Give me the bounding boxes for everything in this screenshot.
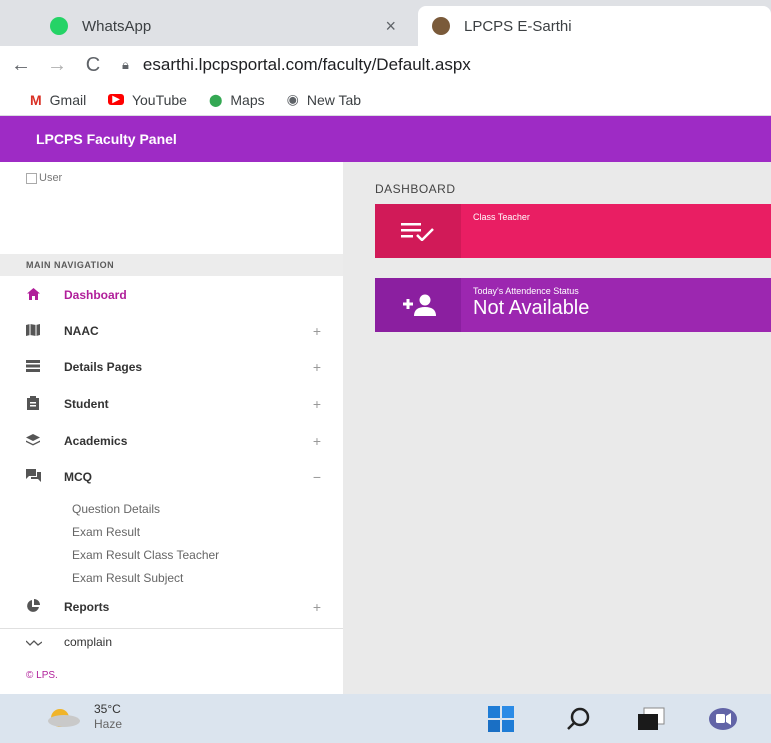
windows-start-icon[interactable] [488, 706, 514, 737]
sidebar-item-label: complain [64, 635, 113, 649]
teams-chat-icon[interactable] [708, 706, 738, 737]
bookmark-label: Gmail [49, 91, 87, 108]
os-taskbar: 35°C Haze [0, 694, 771, 743]
home-icon [26, 287, 40, 303]
expand-icon[interactable]: + [313, 396, 321, 412]
sidebar-item-label: MCQ [64, 470, 92, 484]
list-icon [26, 359, 40, 375]
layers-icon [26, 433, 40, 449]
url-text: esarthi.lpcpsportal.com/faculty/Default.… [142, 55, 471, 74]
close-icon[interactable]: × [385, 16, 396, 37]
main-navigation-label: MAIN NAVIGATION [26, 260, 115, 270]
sidebar-item-student[interactable]: Student + [0, 387, 343, 421]
forward-button[interactable]: → [42, 54, 72, 77]
page-title: DASHBOARD [375, 182, 456, 196]
back-button[interactable]: ← [6, 54, 36, 77]
sidebar-item-naac[interactable]: NAAC + [0, 314, 343, 348]
bookmark-label: New Tab [306, 91, 362, 108]
address-bar-row: ← → C 🔒︎ esarthi.lpcpsportal.com/faculty… [0, 46, 771, 84]
sidebar: User MAIN NAVIGATION Dashboard NAAC + De… [0, 162, 343, 694]
checklist-icon [375, 204, 461, 258]
card-label: Today's Attendence Status [473, 286, 579, 296]
main-navigation-header: MAIN NAVIGATION [0, 254, 343, 276]
user-avatar: User [26, 172, 62, 184]
haze-weather-icon [44, 706, 82, 728]
tab-lpcps[interactable]: LPCPS E-Sarthi [418, 6, 771, 46]
sidebar-item-label: NAAC [64, 324, 99, 338]
url-field[interactable]: 🔒︎ esarthi.lpcpsportal.com/faculty/Defau… [122, 55, 471, 75]
sidebar-item-label: Dashboard [64, 288, 127, 302]
youtube-icon: ▶ [108, 94, 124, 105]
temperature-text: 35°C [94, 702, 121, 716]
sidebar-subitem-exam-result-subject[interactable]: Exam Result Subject [72, 571, 183, 585]
add-user-icon [375, 278, 461, 332]
sidebar-item-label: Details Pages [64, 360, 143, 374]
sidebar-item-label: Academics [64, 434, 128, 448]
broken-image-icon [26, 172, 37, 184]
sidebar-subitem-question-details[interactable]: Question Details [72, 502, 160, 516]
lock-icon: 🔒︎ [122, 57, 129, 72]
bookmark-youtube[interactable]: ▶ YouTube [108, 92, 187, 108]
gmail-icon: M [30, 91, 42, 108]
browser-tab-bar: WhatsApp × LPCPS E-Sarthi [0, 0, 771, 46]
attendance-status-card[interactable]: Today's Attendence Status Not Available [375, 278, 771, 332]
card-label: Class Teacher [473, 212, 530, 222]
sidebar-subitem-exam-result[interactable]: Exam Result [72, 525, 140, 539]
expand-icon[interactable]: + [313, 359, 321, 375]
sidebar-item-label: Student [64, 397, 109, 411]
bookmark-label: Maps [230, 91, 265, 108]
sidebar-subitem-exam-result-class-teacher[interactable]: Exam Result Class Teacher [72, 548, 219, 562]
whatsapp-icon [50, 17, 68, 35]
maps-icon: ⬤ [208, 92, 223, 107]
copyright-text: © LPS. [26, 670, 58, 681]
class-teacher-card[interactable]: Class Teacher [375, 204, 771, 258]
sidebar-item-label: Reports [64, 600, 110, 614]
bookmark-label: YouTube [131, 91, 187, 108]
app-header: LPCPS Faculty Panel [0, 116, 771, 162]
chat-icon [26, 469, 41, 485]
user-image-alt: User [39, 172, 63, 184]
pie-chart-icon [26, 598, 40, 616]
card-value: Not Available [473, 297, 590, 319]
expand-icon[interactable]: + [313, 323, 321, 339]
site-favicon-icon [432, 17, 450, 35]
bookmark-new-tab[interactable]: ◉ New Tab [287, 91, 361, 108]
sidebar-item-reports[interactable]: Reports + [0, 590, 343, 624]
bookmarks-bar: M Gmail ▶ YouTube ⬤ Maps ◉ New Tab [0, 84, 771, 116]
map-icon [26, 323, 40, 339]
bookmark-gmail[interactable]: M Gmail [30, 92, 86, 108]
tab-title: WhatsApp [82, 17, 152, 35]
sidebar-item-complain[interactable]: complain [0, 628, 343, 656]
clipboard-icon [26, 395, 40, 413]
main-content: DASHBOARD Class Teacher Today's Attenden… [343, 162, 771, 694]
expand-icon[interactable]: + [313, 433, 321, 449]
weather-widget[interactable]: 35°C Haze [44, 702, 122, 732]
newtab-icon: ◉ [286, 91, 299, 107]
reload-button[interactable]: C [78, 54, 108, 77]
search-icon[interactable] [566, 706, 592, 737]
sidebar-item-academics[interactable]: Academics + [0, 424, 343, 458]
wave-icon [25, 635, 43, 650]
task-view-icon[interactable] [638, 706, 666, 737]
sidebar-item-details-pages[interactable]: Details Pages + [0, 350, 343, 384]
tab-whatsapp[interactable]: WhatsApp × [36, 6, 416, 46]
expand-icon[interactable]: + [313, 599, 321, 615]
app-title: LPCPS Faculty Panel [36, 131, 177, 147]
sidebar-item-dashboard[interactable]: Dashboard [0, 278, 343, 312]
weather-condition-text: Haze [94, 717, 123, 731]
tab-title: LPCPS E-Sarthi [464, 17, 572, 35]
sidebar-item-mcq[interactable]: MCQ − [0, 460, 343, 494]
collapse-icon[interactable]: − [313, 469, 321, 485]
bookmark-maps[interactable]: ⬤ Maps [209, 92, 265, 108]
